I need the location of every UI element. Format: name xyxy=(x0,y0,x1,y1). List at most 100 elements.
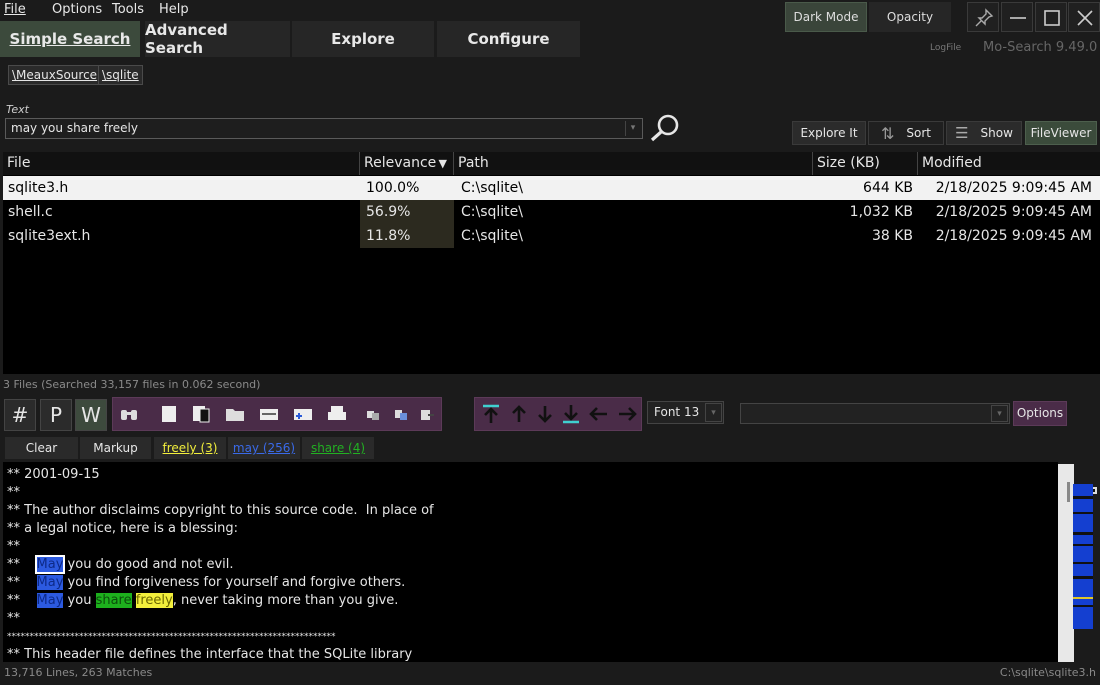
content-line: ** The author disclaims copyright to thi… xyxy=(7,503,434,518)
breadcrumb-sqlite[interactable]: \sqlite xyxy=(98,65,143,85)
menu-tools[interactable]: Tools xyxy=(112,2,144,17)
cell-path: C:\sqlite\ xyxy=(461,180,523,196)
opacity-button[interactable]: Opacity xyxy=(869,2,951,32)
highlight-freely: freely xyxy=(135,593,173,608)
tab-explore[interactable]: Explore xyxy=(292,21,434,57)
sort-desc-icon: ▼ xyxy=(438,157,447,170)
close-icon[interactable] xyxy=(1068,2,1100,32)
export-icon[interactable] xyxy=(419,404,435,424)
arrow-right-icon[interactable] xyxy=(617,404,637,424)
header-modified[interactable]: Modified xyxy=(918,152,1100,175)
viewer-status-path: C:\sqlite\sqlite3.h xyxy=(999,666,1096,679)
cell-size: 38 KB xyxy=(871,228,913,244)
cell-path: C:\sqlite\ xyxy=(461,204,523,220)
match-minimap[interactable] xyxy=(1073,484,1093,629)
hash-button[interactable]: # xyxy=(4,399,36,431)
p-button[interactable]: P xyxy=(40,399,72,431)
cell-modified: 2/18/2025 9:09:45 AM xyxy=(935,204,1092,220)
sort-icon: ⇅ xyxy=(880,123,895,143)
clear-button[interactable]: Clear xyxy=(5,437,78,459)
vertical-scrollbar[interactable] xyxy=(1058,464,1074,662)
app-version: Mo-Search 9.49.0 xyxy=(983,40,1098,55)
fileviewer-button[interactable]: FileViewer xyxy=(1025,121,1097,145)
header-file[interactable]: File xyxy=(3,152,360,175)
tab-simple-search[interactable]: Simple Search xyxy=(0,21,140,57)
term-may-button[interactable]: may (256) xyxy=(228,437,300,459)
w-button[interactable]: W xyxy=(75,399,107,431)
options-button[interactable]: Options xyxy=(1013,401,1067,426)
cell-relevance: 56.9% xyxy=(360,200,454,224)
cell-modified: 2/18/2025 9:09:45 AM xyxy=(935,228,1092,244)
logfile-label[interactable]: LogFile xyxy=(930,43,961,53)
menu-lines-icon: ☰ xyxy=(955,124,969,142)
header-relevance[interactable]: Relevance ▼ xyxy=(360,152,454,175)
explore-it-button[interactable]: Explore It xyxy=(792,121,866,145)
menu-file[interactable]: File xyxy=(4,2,26,17)
arrow-down-icon[interactable] xyxy=(535,404,555,424)
arrow-up-icon[interactable] xyxy=(509,404,529,424)
results-table[interactable]: File Relevance ▼ Path Size (KB) Modified … xyxy=(3,152,1100,374)
cell-size: 644 KB xyxy=(863,180,913,196)
term-freely-button[interactable]: freely (3) xyxy=(154,437,226,459)
cell-relevance: 100.0% xyxy=(366,180,420,196)
content-line: ** May you do good and not evil. xyxy=(7,555,234,574)
content-line: ** xyxy=(7,611,20,626)
highlight-share: share xyxy=(95,593,132,608)
minimize-icon[interactable] xyxy=(1001,2,1033,32)
highlight-may: May xyxy=(36,575,64,590)
menu-options[interactable]: Options xyxy=(52,2,102,17)
chevron-down-icon[interactable]: ▾ xyxy=(991,405,1008,422)
content-line: ** xyxy=(7,485,20,500)
content-line: ** May you find forgiveness for yourself… xyxy=(7,575,406,590)
pin-icon[interactable] xyxy=(967,2,999,32)
term-share-button[interactable]: share (4) xyxy=(302,437,374,459)
window-plus-icon[interactable] xyxy=(293,404,313,424)
viewer-filter-dropdown[interactable]: ▾ xyxy=(740,403,1010,424)
chevron-down-icon[interactable]: ▾ xyxy=(705,403,722,422)
cell-size: 1,032 KB xyxy=(849,204,913,220)
scroll-thumb[interactable] xyxy=(1067,482,1070,502)
copy-icon[interactable] xyxy=(365,404,381,424)
copy-all-icon[interactable] xyxy=(393,404,409,424)
content-line: ****************************************… xyxy=(7,632,336,642)
folder-icon[interactable] xyxy=(225,404,245,424)
content-line: ** 2001-09-15 xyxy=(7,467,100,482)
chevron-down-icon[interactable]: ▾ xyxy=(625,121,640,136)
table-row[interactable]: shell.c 56.9% C:\sqlite\ 1,032 KB 2/18/2… xyxy=(3,200,1100,224)
arrow-left-icon[interactable] xyxy=(589,404,609,424)
content-line: ** This header file defines the interfac… xyxy=(7,647,413,662)
font-size-select[interactable]: Font 13 ▾ xyxy=(647,401,724,424)
file-content-viewer[interactable]: ** 2001-09-15 ** ** The author disclaims… xyxy=(3,462,1058,662)
last-match-icon[interactable] xyxy=(561,404,581,424)
first-match-icon[interactable] xyxy=(481,404,501,424)
navigation-group xyxy=(474,397,642,431)
header-path[interactable]: Path xyxy=(454,152,813,175)
tab-configure[interactable]: Configure xyxy=(437,21,580,57)
cell-path: C:\sqlite\ xyxy=(461,228,523,244)
search-label: Text xyxy=(6,103,29,116)
markup-button[interactable]: Markup xyxy=(80,437,151,459)
maximize-icon[interactable] xyxy=(1035,2,1067,32)
window-icon[interactable] xyxy=(259,404,279,424)
menu-help[interactable]: Help xyxy=(159,2,189,17)
show-button[interactable]: ☰ Show xyxy=(946,121,1022,145)
header-size[interactable]: Size (KB) xyxy=(813,152,918,175)
cell-file: shell.c xyxy=(8,204,53,220)
search-input[interactable]: may you share freely ▾ xyxy=(5,118,643,139)
pages-icon[interactable] xyxy=(191,404,211,424)
content-line: ** May you share freely, never taking mo… xyxy=(7,593,399,608)
search-icon[interactable] xyxy=(648,112,684,142)
tab-advanced-search[interactable]: Advanced Search xyxy=(145,21,290,57)
printer-icon[interactable] xyxy=(327,404,347,424)
document-icon[interactable] xyxy=(159,404,179,424)
cell-file: sqlite3.h xyxy=(8,180,69,196)
table-row[interactable]: sqlite3ext.h 11.8% C:\sqlite\ 38 KB 2/18… xyxy=(3,224,1100,248)
highlight-may: May xyxy=(36,593,64,608)
table-row[interactable]: sqlite3.h 100.0% C:\sqlite\ 644 KB 2/18/… xyxy=(3,176,1100,200)
viewer-tools-group xyxy=(112,397,442,431)
dark-mode-toggle[interactable]: Dark Mode xyxy=(785,2,867,32)
sort-button[interactable]: ⇅ Sort xyxy=(868,121,944,145)
results-status: 3 Files (Searched 33,157 files in 0.062 … xyxy=(3,378,261,391)
binoculars-icon[interactable] xyxy=(119,404,139,424)
breadcrumb-meauxsource[interactable]: \MeauxSource xyxy=(8,65,102,85)
